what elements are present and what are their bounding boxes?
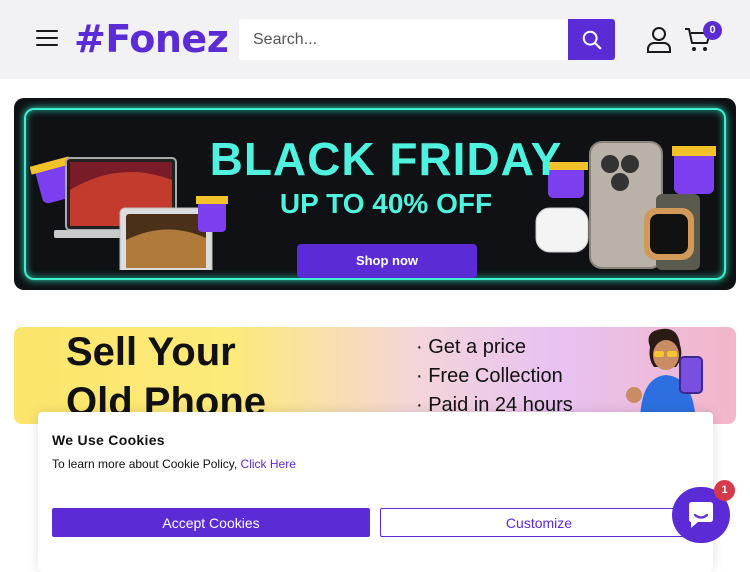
black-friday-banner[interactable]: BLACK FRIDAY UP TO 40% OFF Shop now: [14, 98, 736, 290]
hamburger-icon: [36, 30, 58, 32]
search-input[interactable]: [239, 19, 568, 60]
accept-cookies-button[interactable]: Accept Cookies: [52, 508, 370, 537]
site-header: #Fonez 0: [0, 0, 750, 79]
list-item: · Free Collection: [416, 365, 563, 387]
search-icon: [582, 30, 601, 49]
cookie-policy-link[interactable]: Click Here: [241, 457, 296, 471]
user-icon: [647, 27, 671, 53]
banner-title: BLACK FRIDAY: [209, 133, 563, 185]
cookie-title: We Use Cookies: [52, 432, 165, 448]
sell-phone-banner[interactable]: Sell Your Old Phone · Get a price · Free…: [14, 327, 736, 424]
cart-count-badge: 0: [703, 21, 722, 40]
customize-cookies-button[interactable]: Customize: [380, 508, 698, 537]
banner-frame: BLACK FRIDAY UP TO 40% OFF Shop now: [24, 108, 726, 280]
cookie-text: To learn more about Cookie Policy, Click…: [52, 457, 296, 471]
banner-subtitle: UP TO 40% OFF: [279, 188, 493, 219]
search-button[interactable]: [568, 19, 615, 60]
site-logo[interactable]: #Fonez: [74, 14, 229, 64]
sell-banner-title: Sell Your Old Phone: [66, 327, 266, 424]
search-bar: [239, 19, 615, 60]
sell-title-line1: Sell Your: [66, 330, 236, 374]
cookie-popup: We Use Cookies To learn more about Cooki…: [38, 412, 713, 572]
cookie-text-body: To learn more about Cookie Policy,: [52, 457, 241, 471]
woman-with-phone-image: [626, 328, 703, 424]
chat-unread-badge: 1: [714, 480, 735, 501]
account-button[interactable]: [646, 26, 672, 54]
menu-button[interactable]: [36, 30, 58, 48]
list-item: · Get a price: [416, 336, 527, 358]
chat-icon: [689, 502, 713, 528]
shop-now-button[interactable]: Shop now: [297, 244, 477, 278]
sell-benefits-list: · Get a price · Free Collection · Paid i…: [416, 333, 573, 420]
